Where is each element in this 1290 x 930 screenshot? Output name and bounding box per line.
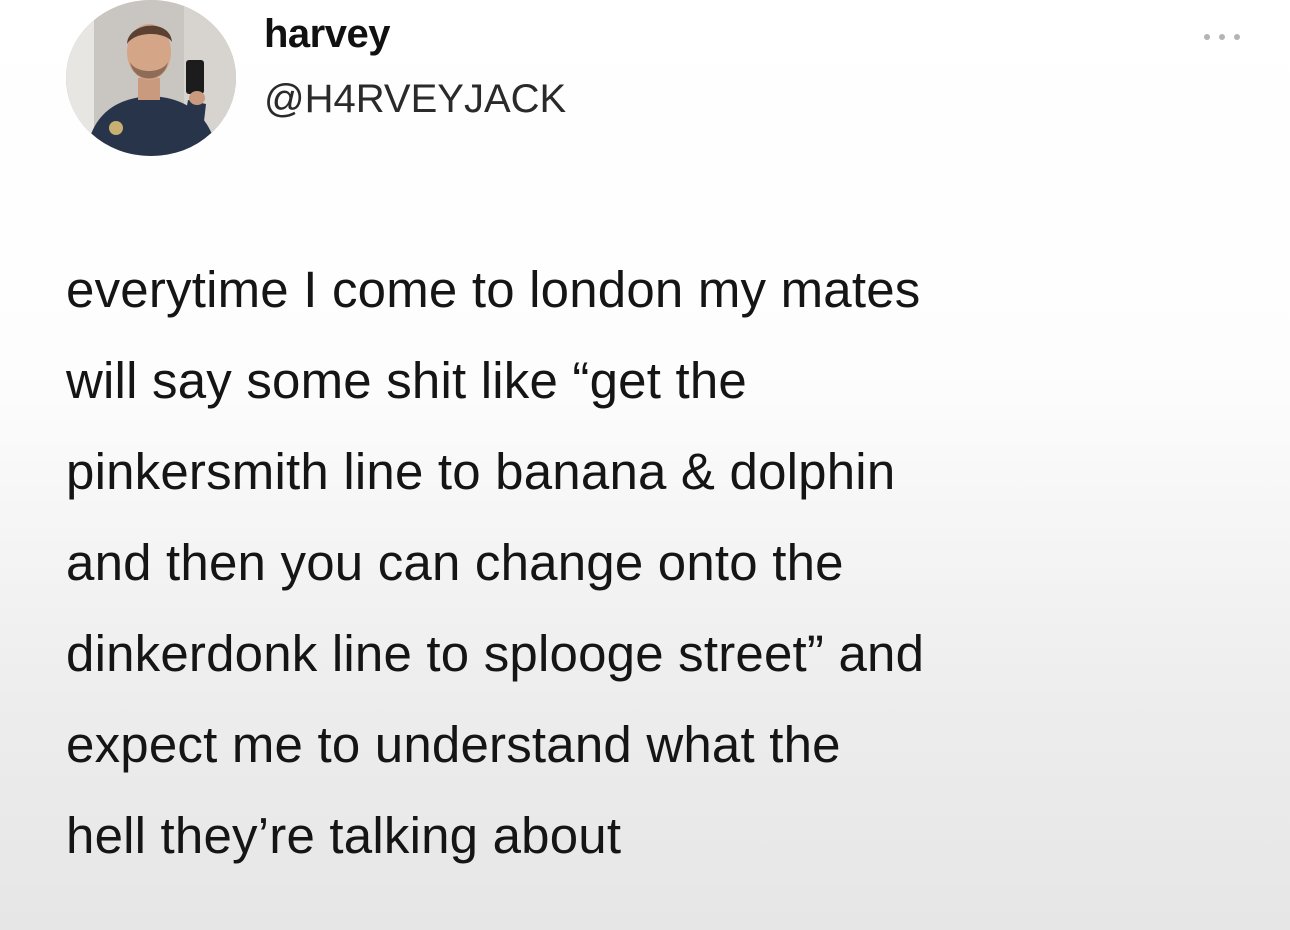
tweet-line: everytime I come to london my mates (66, 261, 921, 318)
tweet-line: pinkersmith line to banana & dolphin (66, 443, 896, 500)
tweet-line: dinkerdonk line to splooge street” and (66, 625, 925, 682)
tweet-line: and then you can change onto the (66, 534, 844, 591)
tweet-line: expect me to understand what the (66, 716, 841, 773)
avatar[interactable] (66, 0, 236, 156)
tweet-line: hell they’re talking about (66, 807, 622, 864)
avatar-photo (66, 0, 236, 156)
tweet-body: everytime I come to london my mates will… (66, 244, 1266, 881)
ellipsis-icon[interactable] (1198, 26, 1246, 50)
author-display-name[interactable]: harvey (264, 12, 390, 57)
tweet-card: harvey @H4RVEYJACK everytime I come to l… (0, 0, 1290, 930)
tweet-line: will say some shit like “get the (66, 352, 747, 409)
author-handle[interactable]: @H4RVEYJACK (264, 77, 566, 122)
